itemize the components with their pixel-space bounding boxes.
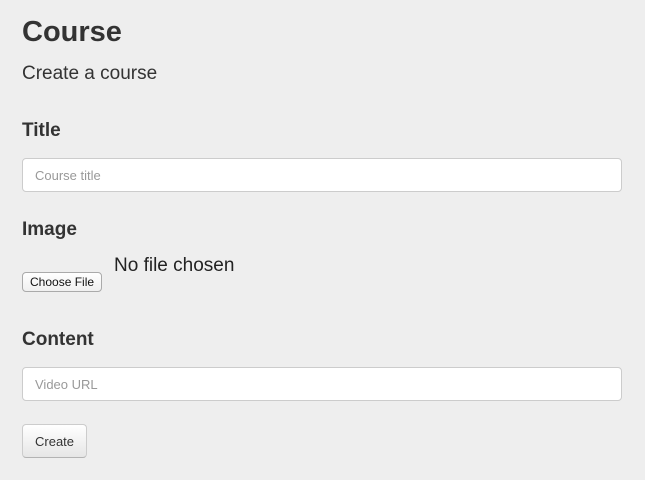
content-label: Content <box>22 329 94 350</box>
video-url-input[interactable] <box>22 367 622 401</box>
page-title: Course <box>22 16 122 48</box>
file-status-text: No file chosen <box>114 255 235 276</box>
create-button[interactable]: Create <box>22 424 88 458</box>
choose-file-button[interactable]: Choose File <box>22 272 103 292</box>
course-title-input[interactable] <box>22 158 622 192</box>
page-subtitle: Create a course <box>22 63 158 84</box>
title-label: Title <box>22 120 61 141</box>
image-file-picker: Choose File No file chosen <box>22 253 622 293</box>
image-label: Image <box>22 219 77 240</box>
